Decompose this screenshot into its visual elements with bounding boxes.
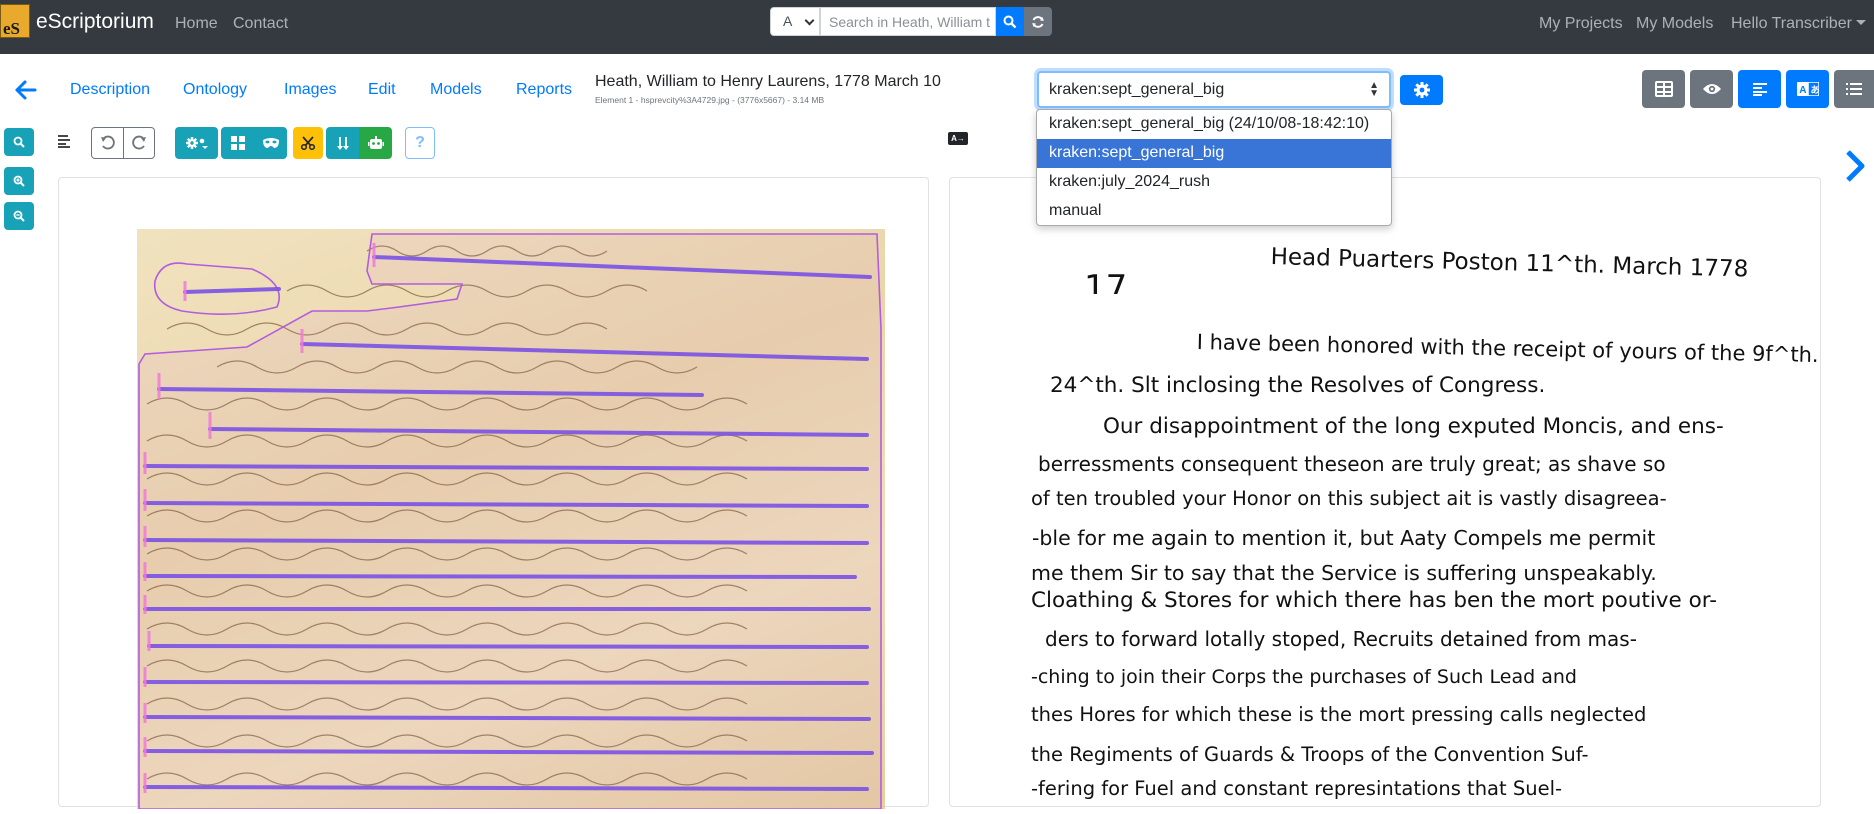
- toggle-masks-button[interactable]: [254, 127, 287, 159]
- cut-mode-button[interactable]: [293, 127, 323, 159]
- translate-icon: Aあ: [1796, 82, 1819, 96]
- transcription-line[interactable]: 24^th. Slt inclosing the Resolves of Con…: [1050, 373, 1545, 398]
- compare-icon[interactable]: A→: [948, 132, 968, 145]
- svg-text:あ: あ: [1810, 85, 1819, 95]
- tab-edit[interactable]: Edit: [368, 81, 396, 99]
- zoom-fit-button[interactable]: [4, 128, 34, 156]
- toggle-segmentation-panel[interactable]: [1738, 70, 1781, 108]
- search-icon: [1003, 15, 1017, 28]
- redo-button[interactable]: [124, 127, 155, 159]
- tab-reports[interactable]: Reports: [516, 81, 572, 99]
- help-icon: ?: [415, 134, 425, 151]
- document-title: Heath, William to Henry Laurens, 1778 Ma…: [595, 73, 941, 90]
- search-icon: [13, 136, 25, 148]
- zoom-in-button[interactable]: [4, 167, 34, 195]
- reset-search-button[interactable]: [1024, 7, 1052, 36]
- gear-icon: [1413, 82, 1430, 98]
- search-input[interactable]: Search in Heath, William t: [820, 7, 996, 36]
- settings-icon: [185, 137, 208, 149]
- redo-icon: [132, 135, 146, 150]
- tab-models[interactable]: Models: [430, 81, 482, 99]
- transcription-line[interactable]: berressments consequent theseon are trul…: [1038, 452, 1666, 476]
- brand-name[interactable]: eScriptorium: [36, 10, 154, 34]
- nav-my-projects[interactable]: My Projects: [1539, 15, 1623, 33]
- eye-icon: [1702, 84, 1721, 94]
- dropdown-option-selected[interactable]: kraken:sept_general_big: [1037, 139, 1391, 168]
- transcription-line[interactable]: Our disappointment of the long exputed M…: [1103, 414, 1724, 439]
- user-menu[interactable]: Hello Transcriber: [1731, 15, 1866, 33]
- dropdown-option[interactable]: kraken:sept_general_big (24/10/08-18:42:…: [1037, 110, 1391, 139]
- list-ordered-icon: [1846, 83, 1862, 95]
- toggle-visualisation-panel[interactable]: [1690, 70, 1733, 108]
- zoom-out-icon: [13, 210, 25, 222]
- transcription-line[interactable]: -ble for me again to mention it, but Aat…: [1032, 526, 1655, 550]
- transcription-line[interactable]: thes Hores for which these is the mort p…: [1031, 703, 1646, 726]
- zoom-in-icon: [13, 175, 25, 187]
- manuscript-image[interactable]: [137, 229, 885, 810]
- transcription-line[interactable]: me them Sir to say that the Service is s…: [1031, 561, 1657, 585]
- search-scope-select[interactable]: A: [770, 7, 820, 36]
- undo-icon: [100, 135, 115, 150]
- app-logo[interactable]: eS: [0, 4, 30, 38]
- nav-contact[interactable]: Contact: [233, 15, 288, 33]
- tab-description[interactable]: Description: [70, 81, 150, 99]
- mask-icon: [262, 138, 279, 148]
- nav-my-models[interactable]: My Models: [1636, 15, 1713, 33]
- transcription-line[interactable]: of ten troubled your Honor on this subje…: [1031, 487, 1667, 510]
- toggle-source-panel[interactable]: [1642, 70, 1685, 108]
- logo-text: eS: [3, 19, 20, 38]
- segmentation-overlay: [138, 233, 882, 810]
- zoom-out-button[interactable]: [4, 202, 34, 230]
- transcription-line[interactable]: -ching to join their Corps the purchases…: [1031, 666, 1577, 688]
- transcription-line[interactable]: ders to forward lotally stoped, Recruits…: [1045, 627, 1637, 651]
- top-navbar: eS eScriptorium Home Contact A Search in…: [0, 0, 1874, 54]
- tab-images[interactable]: Images: [284, 81, 336, 99]
- grid-icon: [1654, 81, 1673, 97]
- transcription-line[interactable]: Cloathing & Stores for which there has b…: [1031, 588, 1717, 613]
- document-meta: Element 1 - hsprevcity%3A4729.jpg - (377…: [595, 95, 825, 105]
- panel-lines-icon[interactable]: [56, 131, 72, 151]
- segmentation-settings-button[interactable]: [175, 127, 218, 159]
- segmentation-icon: [230, 136, 245, 150]
- refresh-icon: [1032, 15, 1044, 28]
- tab-ontology[interactable]: Ontology: [183, 81, 247, 99]
- dropdown-option[interactable]: manual: [1037, 197, 1391, 226]
- robot-icon: [367, 136, 384, 149]
- back-arrow-icon[interactable]: [14, 80, 38, 105]
- toggle-transcription-panel[interactable]: Aあ: [1786, 70, 1829, 108]
- dropdown-option[interactable]: kraken:july_2024_rush: [1037, 168, 1391, 197]
- text-lines-icon: [1752, 83, 1767, 96]
- cut-icon: [301, 136, 315, 150]
- search-button[interactable]: [996, 7, 1024, 36]
- transcription-select[interactable]: kraken:sept_general_big ▲ ▼: [1037, 71, 1391, 108]
- transcription-settings-button[interactable]: [1400, 75, 1443, 105]
- help-button[interactable]: ?: [405, 127, 435, 159]
- chevron-down-icon: [804, 15, 815, 26]
- select-arrows-icon: ▲ ▼: [1369, 80, 1379, 99]
- reorder-button[interactable]: [326, 127, 359, 159]
- undo-button[interactable]: [91, 127, 124, 159]
- transcription-line[interactable]: the Regiments of Guards & Troops of the …: [1031, 743, 1589, 766]
- caret-down-icon: [1855, 20, 1866, 25]
- transcription-line[interactable]: -fering for Fuel and constant represinta…: [1031, 777, 1562, 800]
- chevron-right-icon[interactable]: [1843, 148, 1867, 189]
- auto-segment-button[interactable]: [359, 127, 392, 159]
- svg-text:A: A: [1799, 85, 1806, 96]
- reorder-icon: [336, 137, 349, 150]
- toggle-diplomatic-panel[interactable]: [1834, 70, 1874, 108]
- nav-home[interactable]: Home: [175, 15, 218, 33]
- toggle-regions-button[interactable]: [221, 127, 254, 159]
- transcription-dropdown: kraken:sept_general_big (24/10/08-18:42:…: [1036, 109, 1392, 226]
- transcription-line[interactable]: 17: [1084, 268, 1127, 294]
